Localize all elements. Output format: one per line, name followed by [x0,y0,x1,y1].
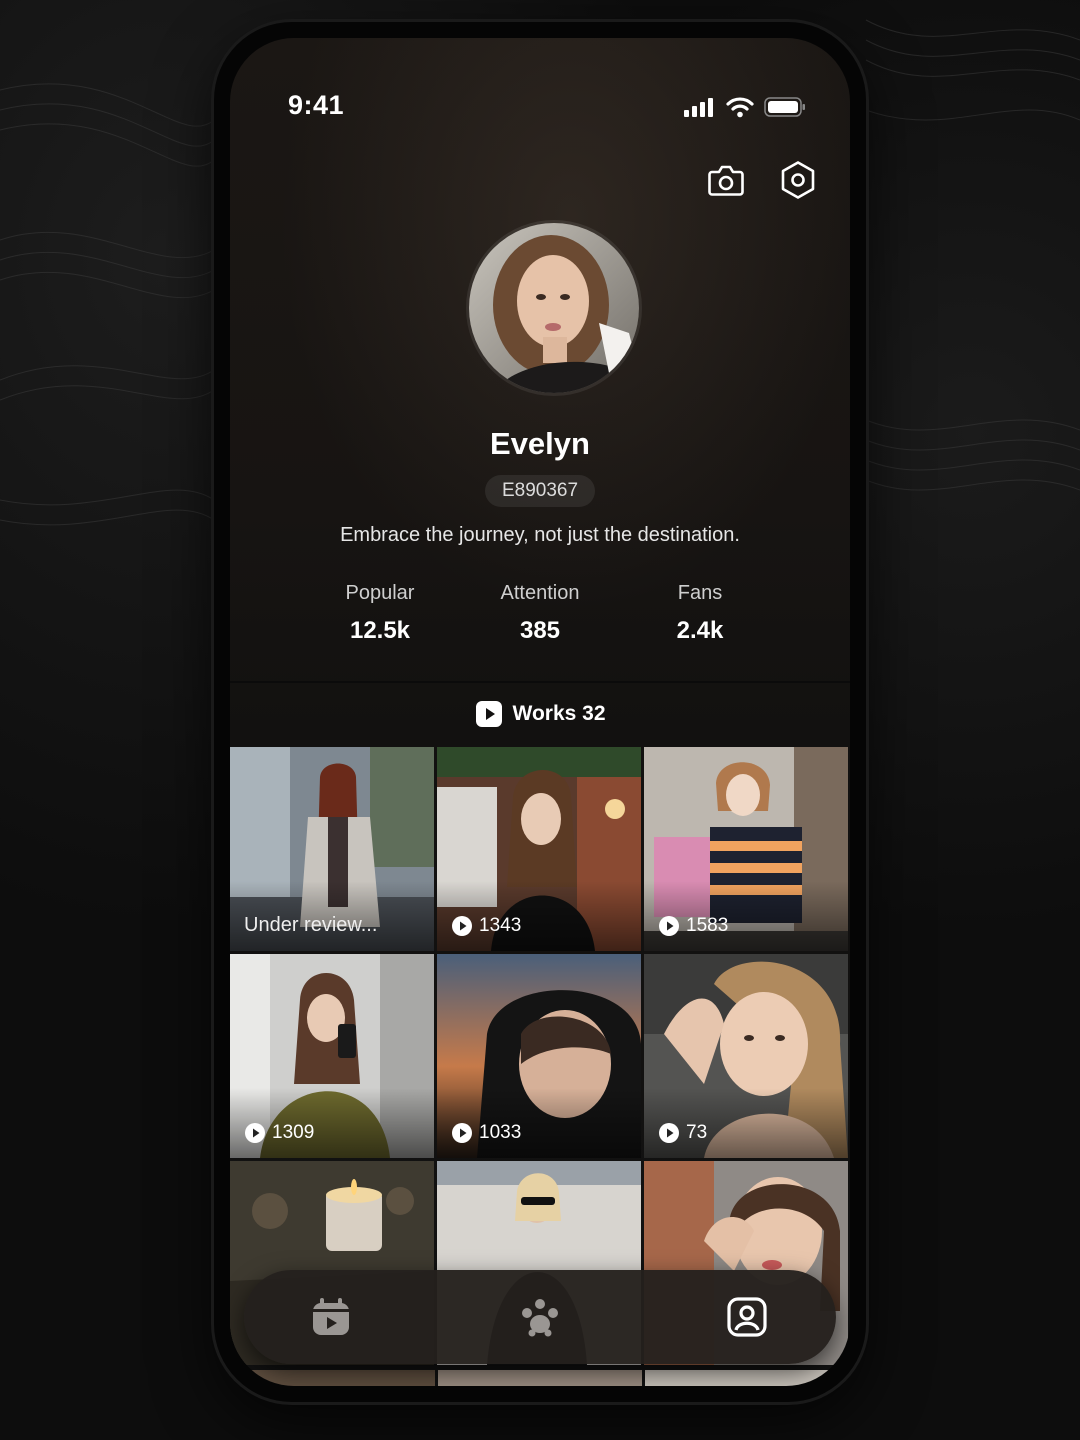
battery-icon [764,97,805,117]
tile-meta: 73 [658,1122,707,1144]
avatar-photo [469,223,639,393]
camera-icon [708,165,744,196]
signal-icon [684,98,713,117]
play-icon [659,1123,679,1143]
view-count: 1583 [686,915,729,936]
settings-button[interactable] [778,160,818,200]
video-calendar-icon [313,1298,349,1335]
work-tile[interactable]: Under review... [230,747,434,951]
stat-value: 385 [519,617,561,644]
play-icon [245,1123,265,1143]
status-bar: 9:41 [230,38,850,138]
work-tile[interactable]: 1033 [437,954,641,1158]
status-time: 9:41 [288,90,345,120]
tile-meta: 1583 [658,915,728,937]
work-tile[interactable]: 73 [644,954,848,1158]
app-screen: 9:41 Evelyn E890367 Embrace the journey,… [230,38,850,1386]
partial-tile [437,1370,643,1386]
review-status: Under review... [244,914,378,936]
wifi-icon [726,97,754,118]
tab-profile[interactable] [722,1292,772,1342]
profile-name: Evelyn [490,426,590,461]
profile-icon [727,1297,767,1337]
view-count: 73 [686,1122,708,1143]
settings-icon [781,161,815,199]
tile-meta: 1309 [244,1122,314,1144]
stat-value: 2.4k [676,617,724,644]
tile-meta: 1343 [451,915,521,937]
header-actions [706,160,818,200]
bottom-tab-bar [244,1270,836,1364]
profile-id-badge: E890367 [485,475,595,507]
partial-tile [645,1370,850,1386]
stat-attention[interactable]: Attention 385 [460,582,620,645]
stat-label: Fans [677,582,723,604]
work-tile[interactable]: 1343 [437,747,641,951]
stat-label: Popular [345,582,415,604]
work-tile[interactable]: 1309 [230,954,434,1158]
play-square-icon [475,701,502,727]
stats-row: Popular 12.5k Attention 385 Fans 2.4k [300,582,780,662]
play-icon [452,916,472,936]
works-label: Works 32 [512,702,606,725]
partial-tile [230,1370,435,1386]
view-count: 1033 [479,1122,522,1143]
work-tile[interactable]: 1583 [644,747,848,951]
stat-label: Attention [500,582,580,604]
tab-community[interactable] [515,1292,565,1342]
stat-popular[interactable]: Popular 12.5k [300,582,460,645]
community-icon [522,1299,558,1337]
section-divider [230,681,850,683]
status-icons [684,96,806,118]
grid-next-row [230,1370,850,1386]
avatar[interactable] [466,220,642,396]
stat-fans[interactable]: Fans 2.4k [620,582,780,645]
stat-value: 12.5k [349,617,411,644]
view-count: 1309 [272,1122,315,1143]
play-icon [452,1123,472,1143]
tab-videos[interactable] [306,1292,356,1342]
phone-frame: 9:41 Evelyn E890367 Embrace the journey,… [214,22,866,1402]
tile-meta: Under review... [244,914,377,937]
profile-bio: Embrace the journey, not just the destin… [340,524,740,546]
tile-meta: 1033 [451,1122,521,1144]
tab-works[interactable]: Works 32 [230,694,850,734]
play-icon [659,916,679,936]
camera-button[interactable] [706,160,746,200]
view-count: 1343 [479,915,522,936]
